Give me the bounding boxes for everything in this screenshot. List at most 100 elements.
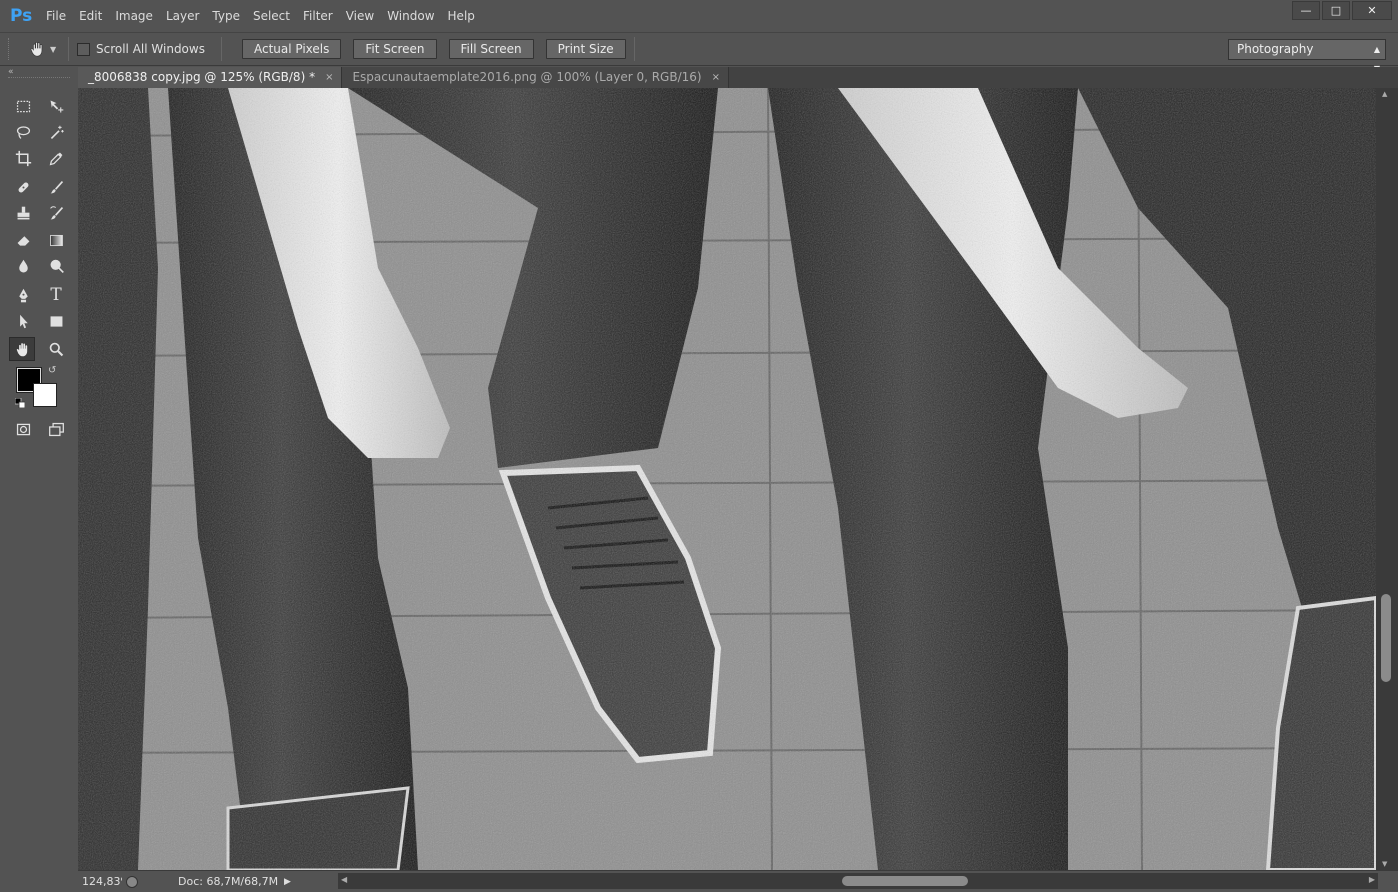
scroll-all-windows-checkbox[interactable] <box>77 42 90 56</box>
status-info-icon[interactable] <box>126 875 138 888</box>
scroll-all-windows-label: Scroll All Windows <box>96 42 205 56</box>
close-icon[interactable]: × <box>712 67 720 88</box>
quick-mask-tool[interactable] <box>10 417 36 441</box>
zoom-level-field[interactable]: 124,83% <box>78 875 122 888</box>
photoshop-logo: Ps <box>10 6 33 26</box>
lasso-icon <box>16 125 30 139</box>
history-brush-tool[interactable] <box>43 201 69 225</box>
tab-label: Espacunautaemplate2016.png @ 100% (Layer… <box>352 70 702 84</box>
gradient-tool[interactable] <box>43 228 69 252</box>
tools-panel-grip[interactable] <box>8 77 70 80</box>
tab-label: _8006838 copy.jpg @ 125% (RGB/8) * <box>88 70 316 84</box>
pen-tool[interactable] <box>10 283 36 307</box>
scroll-down-icon[interactable]: ▼ <box>1382 860 1387 868</box>
window-controls: — □ ✕ <box>1290 1 1392 20</box>
background-color-swatch[interactable] <box>33 383 57 407</box>
scroll-left-icon[interactable]: ◀ <box>341 875 347 884</box>
menu-view[interactable]: View <box>346 9 374 23</box>
document-canvas[interactable] <box>78 88 1376 870</box>
print-size-button[interactable]: Print Size <box>545 39 626 59</box>
hand-tool[interactable] <box>9 337 35 361</box>
status-menu-arrow-icon[interactable]: ▶ <box>284 877 296 887</box>
rectangle-tool[interactable] <box>43 309 69 333</box>
path-selection-icon <box>19 314 28 328</box>
history-brush-icon <box>49 205 63 219</box>
status-bar: 124,83% Doc: 68,7M/68,7M ▶ ◀ ▶ <box>78 870 1398 892</box>
scroll-right-icon[interactable]: ▶ <box>1369 875 1375 884</box>
swap-colors-icon[interactable]: ↺ <box>48 365 56 376</box>
blur-icon <box>18 259 28 272</box>
close-icon[interactable]: × <box>325 67 333 88</box>
collapse-icon[interactable]: « <box>8 67 14 77</box>
type-tool[interactable]: T <box>43 283 69 307</box>
clone-stamp-tool[interactable] <box>10 201 36 225</box>
workspace-select[interactable]: Photography ▲▼ <box>1228 39 1386 73</box>
fit-screen-button[interactable]: Fit Screen <box>353 39 437 59</box>
menu-window[interactable]: Window <box>387 9 434 23</box>
rectangle-icon <box>50 315 62 327</box>
blur-tool[interactable] <box>10 254 36 278</box>
brush-icon <box>50 180 63 193</box>
menu-filter[interactable]: Filter <box>303 9 333 23</box>
document-size-info: Doc: 68,7M/68,7M <box>178 875 279 888</box>
marquee-icon <box>16 100 30 112</box>
eyedropper-tool[interactable] <box>43 146 69 170</box>
menu-bar: Ps File Edit Image Layer Type Select Fil… <box>0 0 1398 32</box>
type-icon: T <box>50 285 62 305</box>
hand-icon <box>16 342 27 356</box>
menu-help[interactable]: Help <box>448 9 475 23</box>
fill-screen-button[interactable]: Fill Screen <box>448 39 534 59</box>
brush-tool[interactable] <box>43 175 69 199</box>
healing-brush-tool[interactable] <box>10 175 36 199</box>
move-tool[interactable] <box>43 94 69 118</box>
marquee-tool[interactable] <box>10 94 36 118</box>
horizontal-scrollbar[interactable]: ◀ ▶ <box>338 873 1378 889</box>
tool-preset-picker[interactable] <box>20 37 54 61</box>
healing-brush-icon <box>18 182 28 192</box>
dodge-icon <box>50 259 64 273</box>
eraser-tool[interactable] <box>10 228 36 252</box>
default-colors-icon[interactable] <box>15 398 25 408</box>
crop-tool[interactable] <box>10 146 36 170</box>
tab-document-2[interactable]: Espacunautaemplate2016.png @ 100% (Layer… <box>342 67 729 88</box>
eraser-icon <box>17 235 29 246</box>
hand-icon <box>30 41 43 57</box>
path-selection-tool[interactable] <box>10 309 36 333</box>
dodge-tool[interactable] <box>43 254 69 278</box>
close-button[interactable]: ✕ <box>1352 1 1392 20</box>
vertical-scrollbar[interactable]: ▲ ▼ <box>1376 88 1398 870</box>
divider <box>68 37 69 61</box>
tools-panel: « T ↺ <box>0 67 78 892</box>
gradient-icon <box>49 234 63 246</box>
chevron-down-icon[interactable]: ▼ <box>50 45 60 54</box>
photo-image <box>78 88 1376 870</box>
horizontal-scroll-thumb[interactable] <box>842 876 968 886</box>
menu-edit[interactable]: Edit <box>79 9 102 23</box>
menu-type[interactable]: Type <box>212 9 240 23</box>
minimize-button[interactable]: — <box>1292 1 1320 20</box>
menu-image[interactable]: Image <box>115 9 153 23</box>
divider <box>633 37 635 61</box>
vertical-scroll-thumb[interactable] <box>1381 594 1391 682</box>
eyedropper-icon <box>49 152 62 165</box>
pen-icon <box>18 288 28 302</box>
screen-mode-icon <box>48 422 64 436</box>
divider <box>220 37 222 61</box>
move-icon <box>50 100 63 112</box>
lasso-tool[interactable] <box>10 120 36 144</box>
menu-layer[interactable]: Layer <box>166 9 199 23</box>
quick-mask-icon <box>16 423 30 435</box>
options-bar-grip[interactable] <box>8 38 12 60</box>
zoom-tool[interactable] <box>43 337 69 361</box>
scroll-up-icon[interactable]: ▲ <box>1382 90 1387 98</box>
zoom-icon <box>49 342 63 356</box>
maximize-button[interactable]: □ <box>1322 1 1350 20</box>
magic-wand-tool[interactable] <box>43 120 69 144</box>
actual-pixels-button[interactable]: Actual Pixels <box>241 39 342 59</box>
screen-mode-tool[interactable] <box>43 417 69 441</box>
workspace-value: Photography <box>1237 42 1314 56</box>
menu-select[interactable]: Select <box>253 9 290 23</box>
tab-document-1[interactable]: _8006838 copy.jpg @ 125% (RGB/8) * × <box>78 67 343 88</box>
clone-stamp-icon <box>17 206 29 219</box>
menu-file[interactable]: File <box>46 9 66 23</box>
